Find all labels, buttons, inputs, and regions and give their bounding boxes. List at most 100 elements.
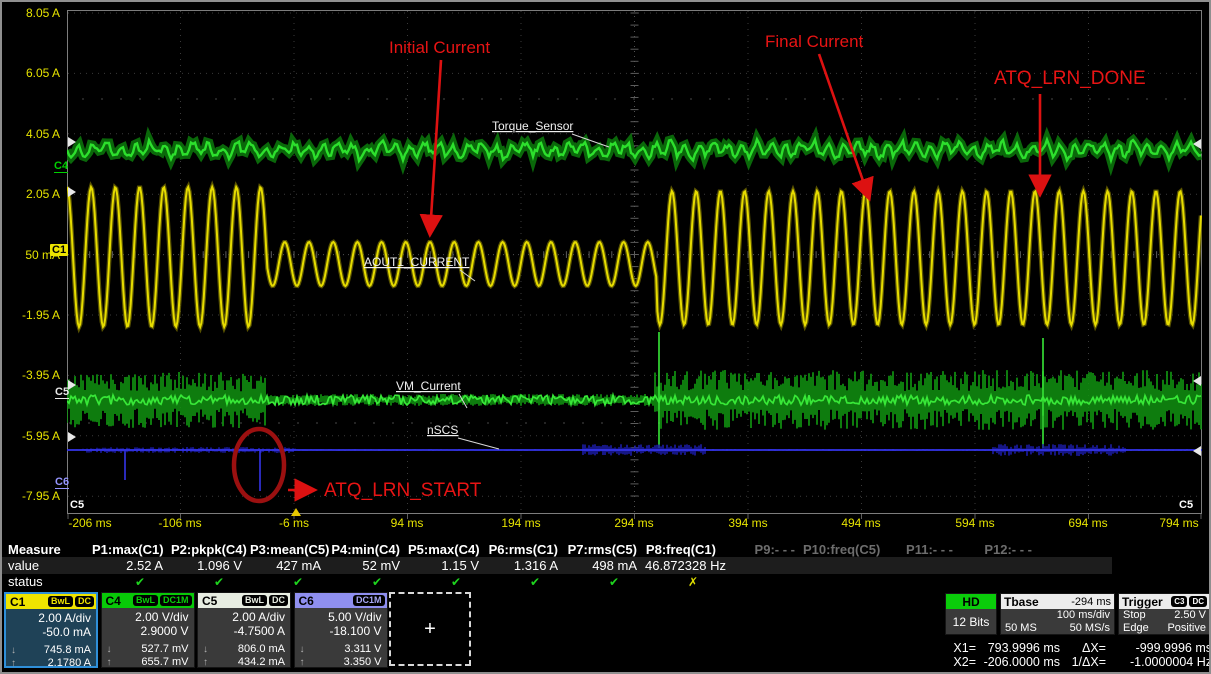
- y-axis-label: -3.95 A: [2, 368, 60, 382]
- measure-status-cell: ✔: [250, 575, 329, 589]
- measure-status-cell: ✗: [645, 575, 724, 589]
- channel-max-value: 3.350 V: [344, 656, 382, 669]
- trigger-coupling-badge: DC: [1189, 596, 1207, 607]
- measure-value-cell: 1.096 V: [171, 558, 250, 573]
- trigger-level-value: 2.50 V: [1174, 609, 1206, 622]
- channel-min-value: 527.7 mV: [141, 643, 188, 656]
- measure-header-cell[interactable]: P9:- - -: [724, 542, 803, 557]
- channel-marker-c1[interactable]: C1: [50, 244, 68, 256]
- measure-status-cell: ✔: [171, 575, 250, 589]
- cursor-invdx-label: 1/ΔX=: [1060, 656, 1106, 669]
- measure-header-cell[interactable]: P12:- - -: [961, 542, 1040, 557]
- y-axis-label: -7.95 A: [2, 489, 60, 503]
- channel-coupling-badge: DC: [269, 595, 288, 606]
- measurement-table: MeasureP1:max(C1)P2:pkpk(C4)P3:mean(C5)P…: [2, 542, 1211, 588]
- channel-marker-c5[interactable]: C5: [1179, 499, 1193, 511]
- measure-header-cell[interactable]: P8:freq(C1): [645, 542, 724, 557]
- channel-id-label: C6: [297, 594, 314, 608]
- channel-marker-c4[interactable]: C4: [54, 160, 68, 173]
- measure-header-cell[interactable]: P1:max(C1): [92, 542, 171, 557]
- channel-coupling-badge: DC1M: [160, 595, 192, 606]
- channel-min-value: 3.311 V: [344, 643, 381, 656]
- channel-id-label: C1: [8, 595, 25, 609]
- channel-offset-value: 2.9000 V: [102, 624, 194, 638]
- trigger-slope-value: Positive: [1167, 622, 1206, 635]
- cursor-x2-label: X2=: [944, 656, 976, 669]
- annotation-initial-current: Initial Current: [389, 38, 490, 57]
- measure-header-cell[interactable]: P3:mean(C5): [250, 542, 329, 557]
- timebase-box[interactable]: Tbase -294 ms 100 ms/div 50 MS 50 MS/s: [1000, 593, 1115, 635]
- measure-status-cell: ✔: [329, 575, 408, 589]
- cursor-x1-label: X1=: [944, 642, 976, 655]
- channel-offset-marker[interactable]: [1193, 446, 1201, 456]
- cursor-x2-value: -206.0000 ms: [976, 656, 1060, 669]
- measure-header-cell[interactable]: P2:pkpk(C4): [171, 542, 250, 557]
- channel-offset-value: -18.100 V: [295, 624, 387, 638]
- timebase-samples-value: 50 MS: [1005, 622, 1037, 635]
- channel-offset-value: -50.0 mA: [6, 625, 96, 639]
- y-axis-label: -5.95 A: [2, 429, 60, 443]
- channel-coupling-badge: BwL: [242, 595, 267, 606]
- channel-offset-marker[interactable]: [68, 187, 76, 197]
- trigger-box[interactable]: Trigger C3 DC Stop 2.50 V Edge Positive: [1118, 593, 1211, 635]
- annotation-atq-lrn-start: ATQ_LRN_START: [324, 480, 482, 501]
- channel-coupling-badge: DC: [75, 596, 94, 607]
- channel-scale-value: 2.00 A/div: [6, 611, 96, 625]
- cursor-readout-row1: X1= 793.9996 ms ΔX= -999.9996 ms: [944, 642, 1211, 655]
- channel-min-value: 745.8 mA: [44, 644, 91, 657]
- measure-value-cell: 427 mA: [250, 558, 329, 573]
- measure-value-cell: 498 mA: [566, 558, 645, 573]
- hd-mode-box[interactable]: HD 12 Bits: [945, 593, 997, 635]
- hd-mode-label: HD: [946, 594, 996, 609]
- trigger-source-badge: C3: [1171, 596, 1187, 607]
- add-channel-button[interactable]: +: [389, 592, 471, 666]
- trigger-type-value: Edge: [1123, 622, 1149, 635]
- trigger-mode-value: Stop: [1123, 609, 1146, 622]
- nscs-trace-label: nSCS: [427, 423, 458, 437]
- channel-max-value: 434.2 mA: [238, 656, 285, 669]
- measure-header-cell[interactable]: P5:max(C4): [408, 542, 487, 557]
- measure-header-cell[interactable]: P10:freq(C5): [803, 542, 882, 557]
- measure-header-cell[interactable]: P7:rms(C5): [566, 542, 645, 557]
- value-row-title: value: [2, 558, 92, 573]
- trigger-time-marker[interactable]: [291, 508, 301, 516]
- timebase-delay-value: -294 ms: [1071, 596, 1111, 608]
- status-row-title: status: [2, 574, 92, 589]
- channel-offset-value: -4.7500 A: [198, 624, 290, 638]
- channel-id-label: C4: [104, 594, 121, 608]
- channel-box-c6[interactable]: C6DC1M5.00 V/div-18.100 V↓3.311 V↑3.350 …: [294, 592, 388, 668]
- measure-value-cell: 46.872328 Hz: [645, 558, 724, 573]
- channel-marker-c5[interactable]: C5: [55, 386, 69, 399]
- measure-header-cell[interactable]: P4:min(C4): [329, 542, 408, 557]
- channel-scale-value: 2.00 V/div: [102, 610, 194, 624]
- measure-header-cell[interactable]: P11:- - -: [882, 542, 961, 557]
- y-axis-label: 8.05 A: [2, 6, 60, 20]
- cursor-x1-value: 793.9996 ms: [976, 642, 1060, 655]
- channel-scale-value: 2.00 A/div: [198, 610, 290, 624]
- measure-value-cell: 1.316 A: [487, 558, 566, 573]
- timebase-scale-value: 100 ms/div: [1057, 609, 1110, 622]
- measure-value-cell: 1.15 V: [408, 558, 487, 573]
- aout1-current-trace-label: AOUT1_CURRENT: [364, 255, 470, 269]
- channel-box-c1[interactable]: C1BwLDC2.00 A/div-50.0 mA↓745.8 mA↑2.178…: [4, 592, 98, 668]
- channel-max-value: 655.7 mV: [141, 656, 188, 669]
- channel-box-c5[interactable]: C5BwLDC2.00 A/div-4.7500 A↓806.0 mA↑434.…: [197, 592, 291, 668]
- waveform-display: Torque_Sensor AOUT1_CURRENT VM_Current n…: [67, 10, 1202, 522]
- annotation-atq-lrn-done: ATQ_LRN_DONE: [994, 68, 1146, 89]
- cursor-dx-label: ΔX=: [1060, 642, 1106, 655]
- channel-coupling-badge: BwL: [133, 595, 158, 606]
- measure-status-cell: ✔: [408, 575, 487, 589]
- cursor-readout-row2: X2= -206.0000 ms 1/ΔX= -1.0000004 Hz: [944, 656, 1211, 669]
- channel-box-c4[interactable]: C4BwLDC1M2.00 V/div2.9000 V↓527.7 mV↑655…: [101, 592, 195, 668]
- channel-marker-c6[interactable]: C6: [55, 476, 69, 489]
- channel-marker-c5[interactable]: C5: [70, 499, 84, 511]
- measure-header-cell[interactable]: P6:rms(C1): [487, 542, 566, 557]
- channel-scale-value: 5.00 V/div: [295, 610, 387, 624]
- trigger-label: Trigger: [1122, 595, 1163, 609]
- channel-offset-marker[interactable]: [68, 432, 76, 442]
- cursor-dx-value: -999.9996 ms: [1106, 642, 1211, 655]
- measure-value-cell: 2.52 A: [92, 558, 171, 573]
- measure-status-cell: ✔: [92, 575, 171, 589]
- atq-lrn-start-ellipse: [234, 429, 284, 501]
- measure-value-cell: 52 mV: [329, 558, 408, 573]
